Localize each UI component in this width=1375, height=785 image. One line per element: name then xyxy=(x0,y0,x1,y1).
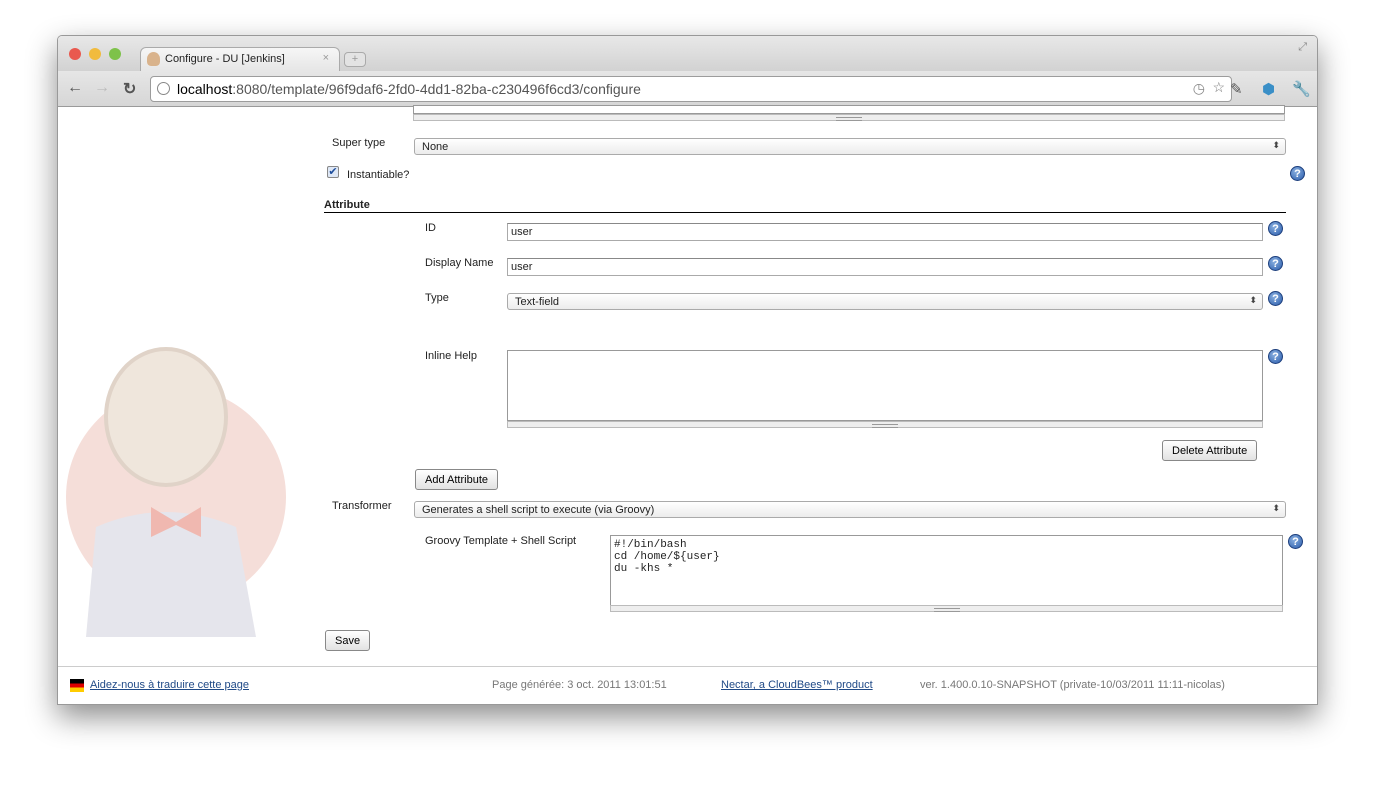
description-textarea-bottom[interactable] xyxy=(413,105,1285,114)
close-tab-icon[interactable]: × xyxy=(323,52,329,64)
transformer-label: Transformer xyxy=(332,500,392,512)
display-name-input[interactable]: user xyxy=(507,258,1263,276)
transformer-select[interactable]: Generates a shell script to execute (via… xyxy=(414,501,1286,518)
help-icon[interactable]: ? xyxy=(1268,291,1283,306)
instantiable-label: Instantiable? xyxy=(347,169,410,181)
help-icon[interactable]: ? xyxy=(1288,534,1303,549)
help-icon[interactable]: ? xyxy=(1268,349,1283,364)
fullscreen-icon[interactable]: ⤢ xyxy=(1298,41,1307,54)
inline-help-label: Inline Help xyxy=(425,350,477,362)
help-icon[interactable]: ? xyxy=(1290,166,1305,181)
extension-icon[interactable]: ✎ xyxy=(1230,80,1243,98)
help-icon[interactable]: ? xyxy=(1268,221,1283,236)
back-icon[interactable]: ← xyxy=(67,79,83,97)
description-resize-grip[interactable] xyxy=(413,114,1285,121)
id-input[interactable]: user xyxy=(507,223,1263,241)
id-label: ID xyxy=(425,222,436,234)
zoom-window-button[interactable] xyxy=(109,48,121,60)
browser-window: Configure - DU [Jenkins] × + ⤢ ← → ↻ loc… xyxy=(57,35,1318,705)
url-host: localhost xyxy=(177,81,233,97)
translate-link[interactable]: Aidez-nous à traduire cette page xyxy=(90,679,249,691)
wrench-icon[interactable]: 🔧 xyxy=(1292,80,1311,98)
delete-attribute-button[interactable]: Delete Attribute xyxy=(1162,440,1258,461)
footer: Aidez-nous à traduire cette page Page gé… xyxy=(58,666,1317,704)
save-button[interactable]: Save xyxy=(325,630,371,651)
type-select[interactable]: Text-field xyxy=(507,293,1263,310)
extension-shield-icon[interactable]: ⬢ xyxy=(1262,80,1275,98)
inline-help-resize-grip[interactable] xyxy=(507,421,1263,428)
jenkins-favicon-icon xyxy=(147,52,160,66)
bookmark-star-icon[interactable]: ☆ xyxy=(1212,79,1225,96)
tab-configure[interactable]: Configure - DU [Jenkins] × xyxy=(140,47,340,71)
super-type-select[interactable]: None xyxy=(414,138,1286,155)
type-label: Type xyxy=(425,292,449,304)
help-icon[interactable]: ? xyxy=(1268,256,1283,271)
tab-title: Configure - DU [Jenkins] xyxy=(165,53,285,65)
super-type-label: Super type xyxy=(332,137,386,149)
page-generated-text: Page générée: 3 oct. 2011 13:01:51 xyxy=(492,679,667,691)
history-icon[interactable]: ◷ xyxy=(1193,80,1205,97)
display-name-label: Display Name xyxy=(425,257,494,269)
nectar-link[interactable]: Nectar, a CloudBees™ product xyxy=(721,679,873,691)
translate-flag-icon xyxy=(70,679,84,692)
globe-icon xyxy=(157,82,170,95)
close-window-button[interactable] xyxy=(69,48,81,60)
jenkins-logo-watermark xyxy=(66,347,286,637)
toolbar: ← → ↻ localhost:8080/template/96f9daf6-2… xyxy=(58,71,1317,107)
address-bar[interactable]: localhost:8080/template/96f9daf6-2fd0-4d… xyxy=(150,76,1232,102)
inline-help-textarea[interactable] xyxy=(507,350,1263,421)
minimize-window-button[interactable] xyxy=(89,48,101,60)
attribute-section-header: Attribute xyxy=(324,199,1286,213)
script-resize-grip[interactable] xyxy=(610,605,1283,612)
reload-icon[interactable]: ↻ xyxy=(123,79,136,99)
script-textarea[interactable]: #!/bin/bash cd /home/${user} du -khs * xyxy=(610,535,1283,606)
tab-bar: Configure - DU [Jenkins] × + ⤢ xyxy=(58,36,1317,71)
new-tab-button[interactable]: + xyxy=(344,52,366,67)
url-path: :8080/template/96f9daf6-2fd0-4dd1-82ba-c… xyxy=(232,81,641,97)
page-content: Super type None ✔ Instantiable? ? Attrib… xyxy=(58,105,1317,704)
version-text: ver. 1.400.0.10-SNAPSHOT (private-10/03/… xyxy=(920,679,1225,691)
instantiable-checkbox[interactable]: ✔ xyxy=(327,166,339,178)
forward-icon[interactable]: → xyxy=(94,79,110,97)
add-attribute-button[interactable]: Add Attribute xyxy=(415,469,498,490)
script-label: Groovy Template + Shell Script xyxy=(425,535,577,547)
